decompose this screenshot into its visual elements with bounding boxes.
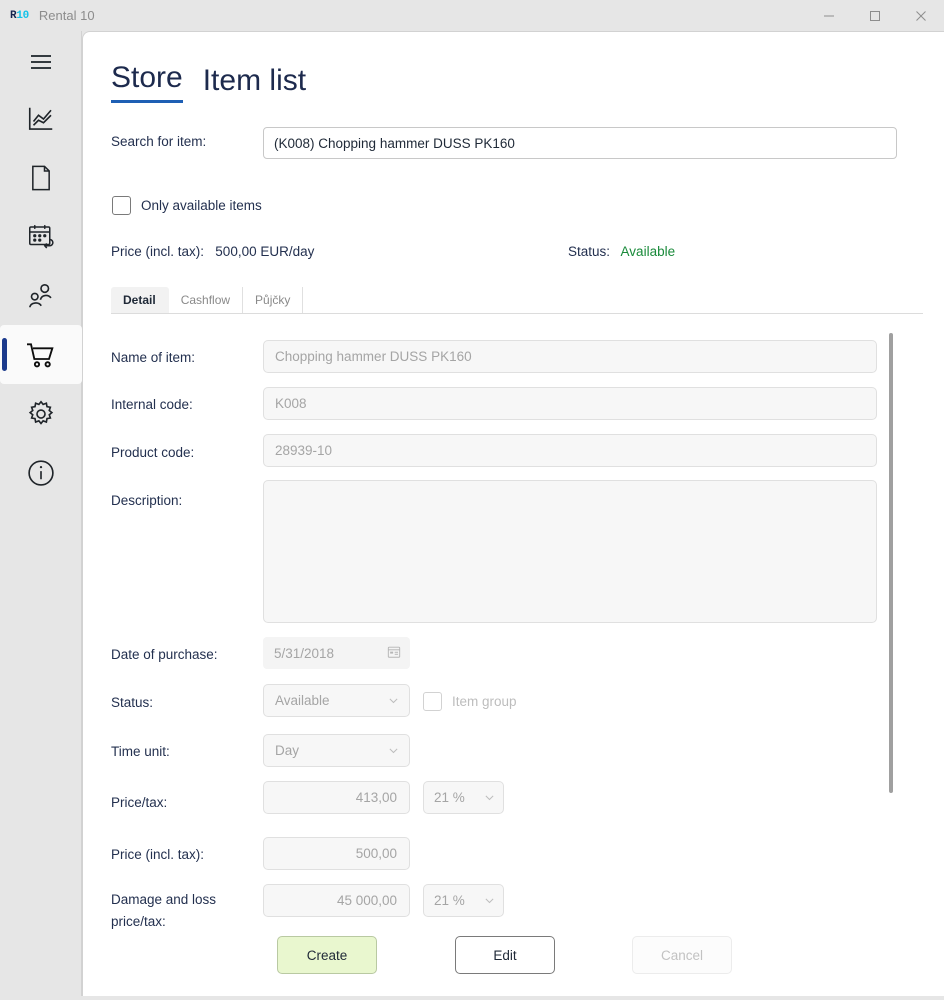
hamburger-line [31,55,51,57]
date-value: 5/31/2018 [274,645,335,661]
sidebar-item-store[interactable] [0,325,82,384]
sidebar-item-returns[interactable] [0,207,82,266]
app-title: Rental 10 [38,8,95,23]
sidebar-item-settings[interactable] [0,384,82,443]
chevron-down-icon [483,791,496,804]
summary-price: Price (incl. tax): 500,00 EUR/day [111,244,314,259]
only-available-label: Only available items [141,198,262,213]
people-icon [26,281,56,311]
hamburger-line [31,67,51,69]
status-field-label: Status: [111,695,154,710]
damage-price-field[interactable]: 45 000,00 [263,884,410,917]
tab-store[interactable]: Store [111,60,183,103]
tab-cashflow[interactable]: Cashflow [169,287,244,313]
summary-price-value: 500,00 EUR/day [215,244,315,259]
cancel-button[interactable]: Cancel [632,936,732,974]
chevron-down-icon [387,744,400,757]
create-button[interactable]: Create [277,936,377,974]
damage-tax-rate-select[interactable]: 21 % [423,884,504,917]
tab-detail[interactable]: Detail [111,287,169,313]
item-group-checkbox[interactable]: Item group [423,692,517,711]
calendar-return-icon [26,222,56,252]
title-bar: R10 Rental 10 [0,0,944,31]
app-logo: R10 [10,10,29,22]
sidebar-item-customers[interactable] [0,266,82,325]
damage-label: Damage and loss price/tax: [111,892,217,929]
item-group-label: Item group [452,694,517,709]
maximize-icon[interactable] [852,0,898,31]
close-icon[interactable] [898,0,944,31]
search-label: Search for item: [111,134,207,149]
shopping-cart-icon [25,339,57,371]
time-unit-value: Day [275,743,300,758]
tab-item-list[interactable]: Item list [203,63,306,103]
detail-tabs: Detail Cashflow Půjčky [111,287,923,314]
damage-tax-rate-value: 21 % [434,893,465,908]
chevron-down-icon [387,694,400,707]
gear-icon [26,399,56,429]
window-controls [806,0,944,31]
status-badge: Available [620,244,676,259]
product-code-label: Product code: [111,445,195,460]
search-input[interactable] [263,127,897,159]
only-available-checkbox[interactable]: Only available items [112,196,262,215]
price-tax-rate-select[interactable]: 21 % [423,781,504,814]
summary-status: Status: Available [568,244,675,259]
status-select-value: Available [275,693,330,708]
price-incl-label: Price (incl. tax): [111,847,205,862]
price-tax-label: Price/tax: [111,795,168,810]
sidebar-item-info[interactable] [0,443,82,502]
time-unit-select[interactable]: Day [263,734,410,767]
checkbox-box [423,692,442,711]
content-panel: Store Item list Search for item: Only av… [82,31,944,996]
internal-code-label: Internal code: [111,397,193,412]
name-label: Name of item: [111,350,196,365]
summary-status-label: Status: [568,244,611,259]
document-icon [27,164,55,192]
date-label: Date of purchase: [111,647,218,662]
tab-pujcky[interactable]: Půjčky [243,287,304,313]
chart-icon [26,104,56,134]
price-incl-field[interactable]: 500,00 [263,837,410,870]
vertical-scrollbar[interactable] [889,333,893,793]
status-select[interactable]: Available [263,684,410,717]
product-code-field[interactable]: 28939-10 [263,434,877,467]
app-window: R10 Rental 10 Store Item list Search for… [0,0,944,1000]
date-of-purchase-field[interactable]: 5/31/2018 [263,637,410,669]
internal-code-field[interactable]: K008 [263,387,877,420]
chevron-down-icon [483,894,496,907]
sidebar-item-documents[interactable] [0,148,82,207]
sidebar-item-dashboard[interactable] [0,89,82,148]
price-tax-rate-value: 21 % [434,790,465,805]
info-icon [26,458,56,488]
checkbox-box [112,196,131,215]
name-field[interactable]: Chopping hammer DUSS PK160 [263,340,877,373]
edit-button[interactable]: Edit [455,936,555,974]
calendar-icon[interactable] [387,645,401,662]
hamburger-line [31,61,51,63]
minimize-icon[interactable] [806,0,852,31]
price-tax-field[interactable]: 413,00 [263,781,410,814]
description-field[interactable] [263,480,877,623]
sidebar-nav [0,89,82,502]
time-unit-label: Time unit: [111,744,170,759]
summary-price-label: Price (incl. tax): [111,244,205,259]
sidebar [0,31,82,996]
description-label: Description: [111,493,183,508]
logo-number: 10 [16,9,29,22]
hamburger-icon[interactable] [22,46,60,78]
page-tabs: Store Item list [111,60,306,103]
